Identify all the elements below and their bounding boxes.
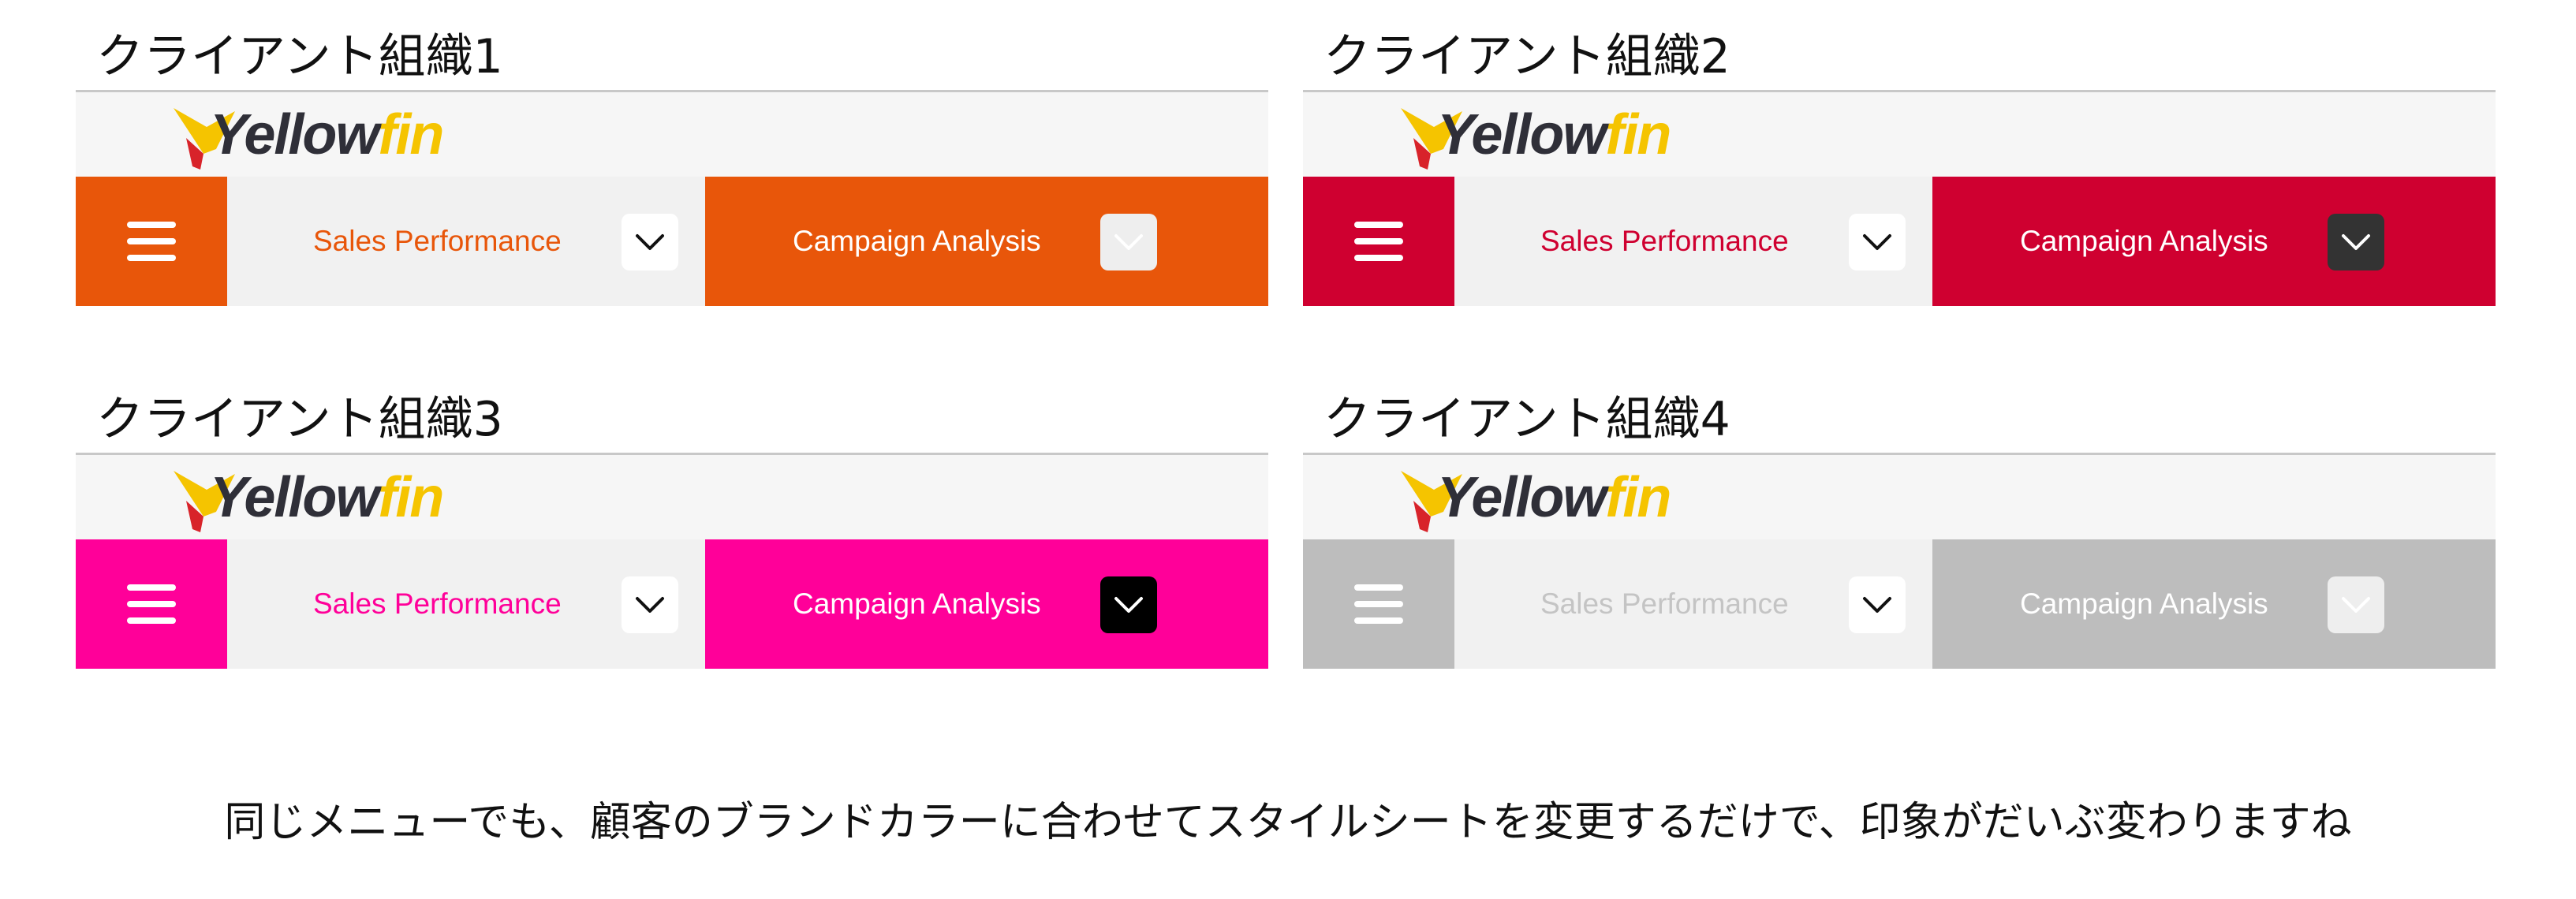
panel-title: クライアント組織1 — [96, 29, 503, 84]
menu-line — [127, 601, 176, 607]
wordmark-part1: Yellow — [1437, 466, 1607, 529]
menu-line — [1354, 584, 1403, 591]
yellowfin-logo[interactable]: Yellowfin — [169, 466, 444, 537]
nav-bar: Sales Performance Campaign Analysis — [76, 177, 1268, 306]
tab-sales-performance[interactable]: Sales Performance — [1454, 177, 1932, 306]
hamburger-menu-button[interactable] — [76, 539, 227, 669]
wordmark-part2: fin — [378, 466, 444, 529]
nav-bar: Sales Performance Campaign Analysis — [76, 539, 1268, 669]
tab-sales-performance[interactable]: Sales Performance — [1454, 539, 1932, 669]
menu-line — [127, 617, 176, 624]
menu-line — [1354, 238, 1403, 244]
nav-bar: Sales Performance Campaign Analysis — [1303, 539, 2496, 669]
tab-sales-performance[interactable]: Sales Performance — [227, 177, 705, 306]
menu-line — [127, 222, 176, 228]
wordmark-part1: Yellow — [210, 466, 379, 529]
tab-label: Campaign Analysis — [2020, 225, 2268, 257]
hamburger-menu-button[interactable] — [1303, 539, 1454, 669]
tab-sales-performance[interactable]: Sales Performance — [227, 539, 705, 669]
panel-title: クライアント組織4 — [1323, 392, 1730, 447]
hamburger-menu-button[interactable] — [76, 177, 227, 306]
hamburger-menu-button[interactable] — [1303, 177, 1454, 306]
menu-line — [127, 238, 176, 244]
wordmark-part1: Yellow — [210, 103, 379, 166]
tab-label: Campaign Analysis — [2020, 588, 2268, 620]
chevron-down-icon — [636, 234, 664, 250]
chevron-down-icon — [1863, 597, 1891, 613]
menu-line — [1354, 601, 1403, 607]
tab-label: Sales Performance — [313, 588, 562, 620]
tab-campaign-analysis[interactable]: Campaign Analysis — [705, 539, 1268, 669]
yellowfin-wordmark: Yellowfin — [1437, 466, 1671, 529]
chevron-down-icon — [1863, 234, 1891, 250]
tab-label: Campaign Analysis — [793, 225, 1041, 257]
wordmark-part2: fin — [1605, 103, 1671, 166]
tab-campaign-analysis[interactable]: Campaign Analysis — [1932, 539, 2496, 669]
tab-dropdown-button[interactable] — [622, 214, 678, 270]
logo-bar: Yellowfin — [76, 90, 1268, 177]
nav-bar: Sales Performance Campaign Analysis — [1303, 177, 2496, 306]
yellowfin-logo[interactable]: Yellowfin — [169, 103, 444, 174]
menu-line — [1354, 617, 1403, 624]
wordmark-part1: Yellow — [1437, 103, 1607, 166]
chevron-down-icon — [2342, 234, 2370, 250]
tab-dropdown-button[interactable] — [1100, 214, 1157, 270]
client-panel-1: クライアント組織1 Yellowfin Sales Performance Ca… — [76, 24, 1268, 306]
panel-title: クライアント組織3 — [96, 392, 503, 447]
chevron-down-icon — [1114, 597, 1143, 613]
yellowfin-logo[interactable]: Yellowfin — [1396, 103, 1671, 174]
wordmark-part2: fin — [1605, 466, 1671, 529]
tab-label: Sales Performance — [1540, 225, 1789, 257]
chevron-down-icon — [1114, 234, 1143, 250]
tab-dropdown-button[interactable] — [1100, 576, 1157, 633]
chevron-down-icon — [2342, 597, 2370, 613]
chevron-down-icon — [636, 597, 664, 613]
client-panel-3: クライアント組織3 Yellowfin Sales Performance Ca… — [76, 386, 1268, 669]
tab-dropdown-button[interactable] — [2328, 576, 2384, 633]
menu-line — [1354, 222, 1403, 228]
tab-label: Campaign Analysis — [793, 588, 1041, 620]
tab-dropdown-button[interactable] — [1849, 576, 1906, 633]
logo-bar: Yellowfin — [1303, 90, 2496, 177]
menu-line — [127, 255, 176, 261]
logo-bar: Yellowfin — [1303, 453, 2496, 539]
panel-title: クライアント組織2 — [1323, 29, 1730, 84]
menu-line — [127, 584, 176, 591]
tab-campaign-analysis[interactable]: Campaign Analysis — [705, 177, 1268, 306]
tab-campaign-analysis[interactable]: Campaign Analysis — [1932, 177, 2496, 306]
caption-text: 同じメニューでも、顧客のブランドカラーに合わせてスタイルシートを変更するだけで、… — [224, 799, 2352, 846]
yellowfin-logo[interactable]: Yellowfin — [1396, 466, 1671, 537]
client-panel-2: クライアント組織2 Yellowfin Sales Performance Ca… — [1303, 24, 2496, 306]
logo-bar: Yellowfin — [76, 453, 1268, 539]
tab-label: Sales Performance — [1540, 588, 1789, 620]
tab-dropdown-button[interactable] — [2328, 214, 2384, 270]
yellowfin-wordmark: Yellowfin — [1437, 103, 1671, 166]
client-panel-4: クライアント組織4 Yellowfin Sales Performance Ca… — [1303, 386, 2496, 669]
tab-dropdown-button[interactable] — [1849, 214, 1906, 270]
tab-label: Sales Performance — [313, 225, 562, 257]
yellowfin-wordmark: Yellowfin — [210, 466, 444, 529]
yellowfin-wordmark: Yellowfin — [210, 103, 444, 166]
wordmark-part2: fin — [378, 103, 444, 166]
menu-line — [1354, 255, 1403, 261]
tab-dropdown-button[interactable] — [622, 576, 678, 633]
